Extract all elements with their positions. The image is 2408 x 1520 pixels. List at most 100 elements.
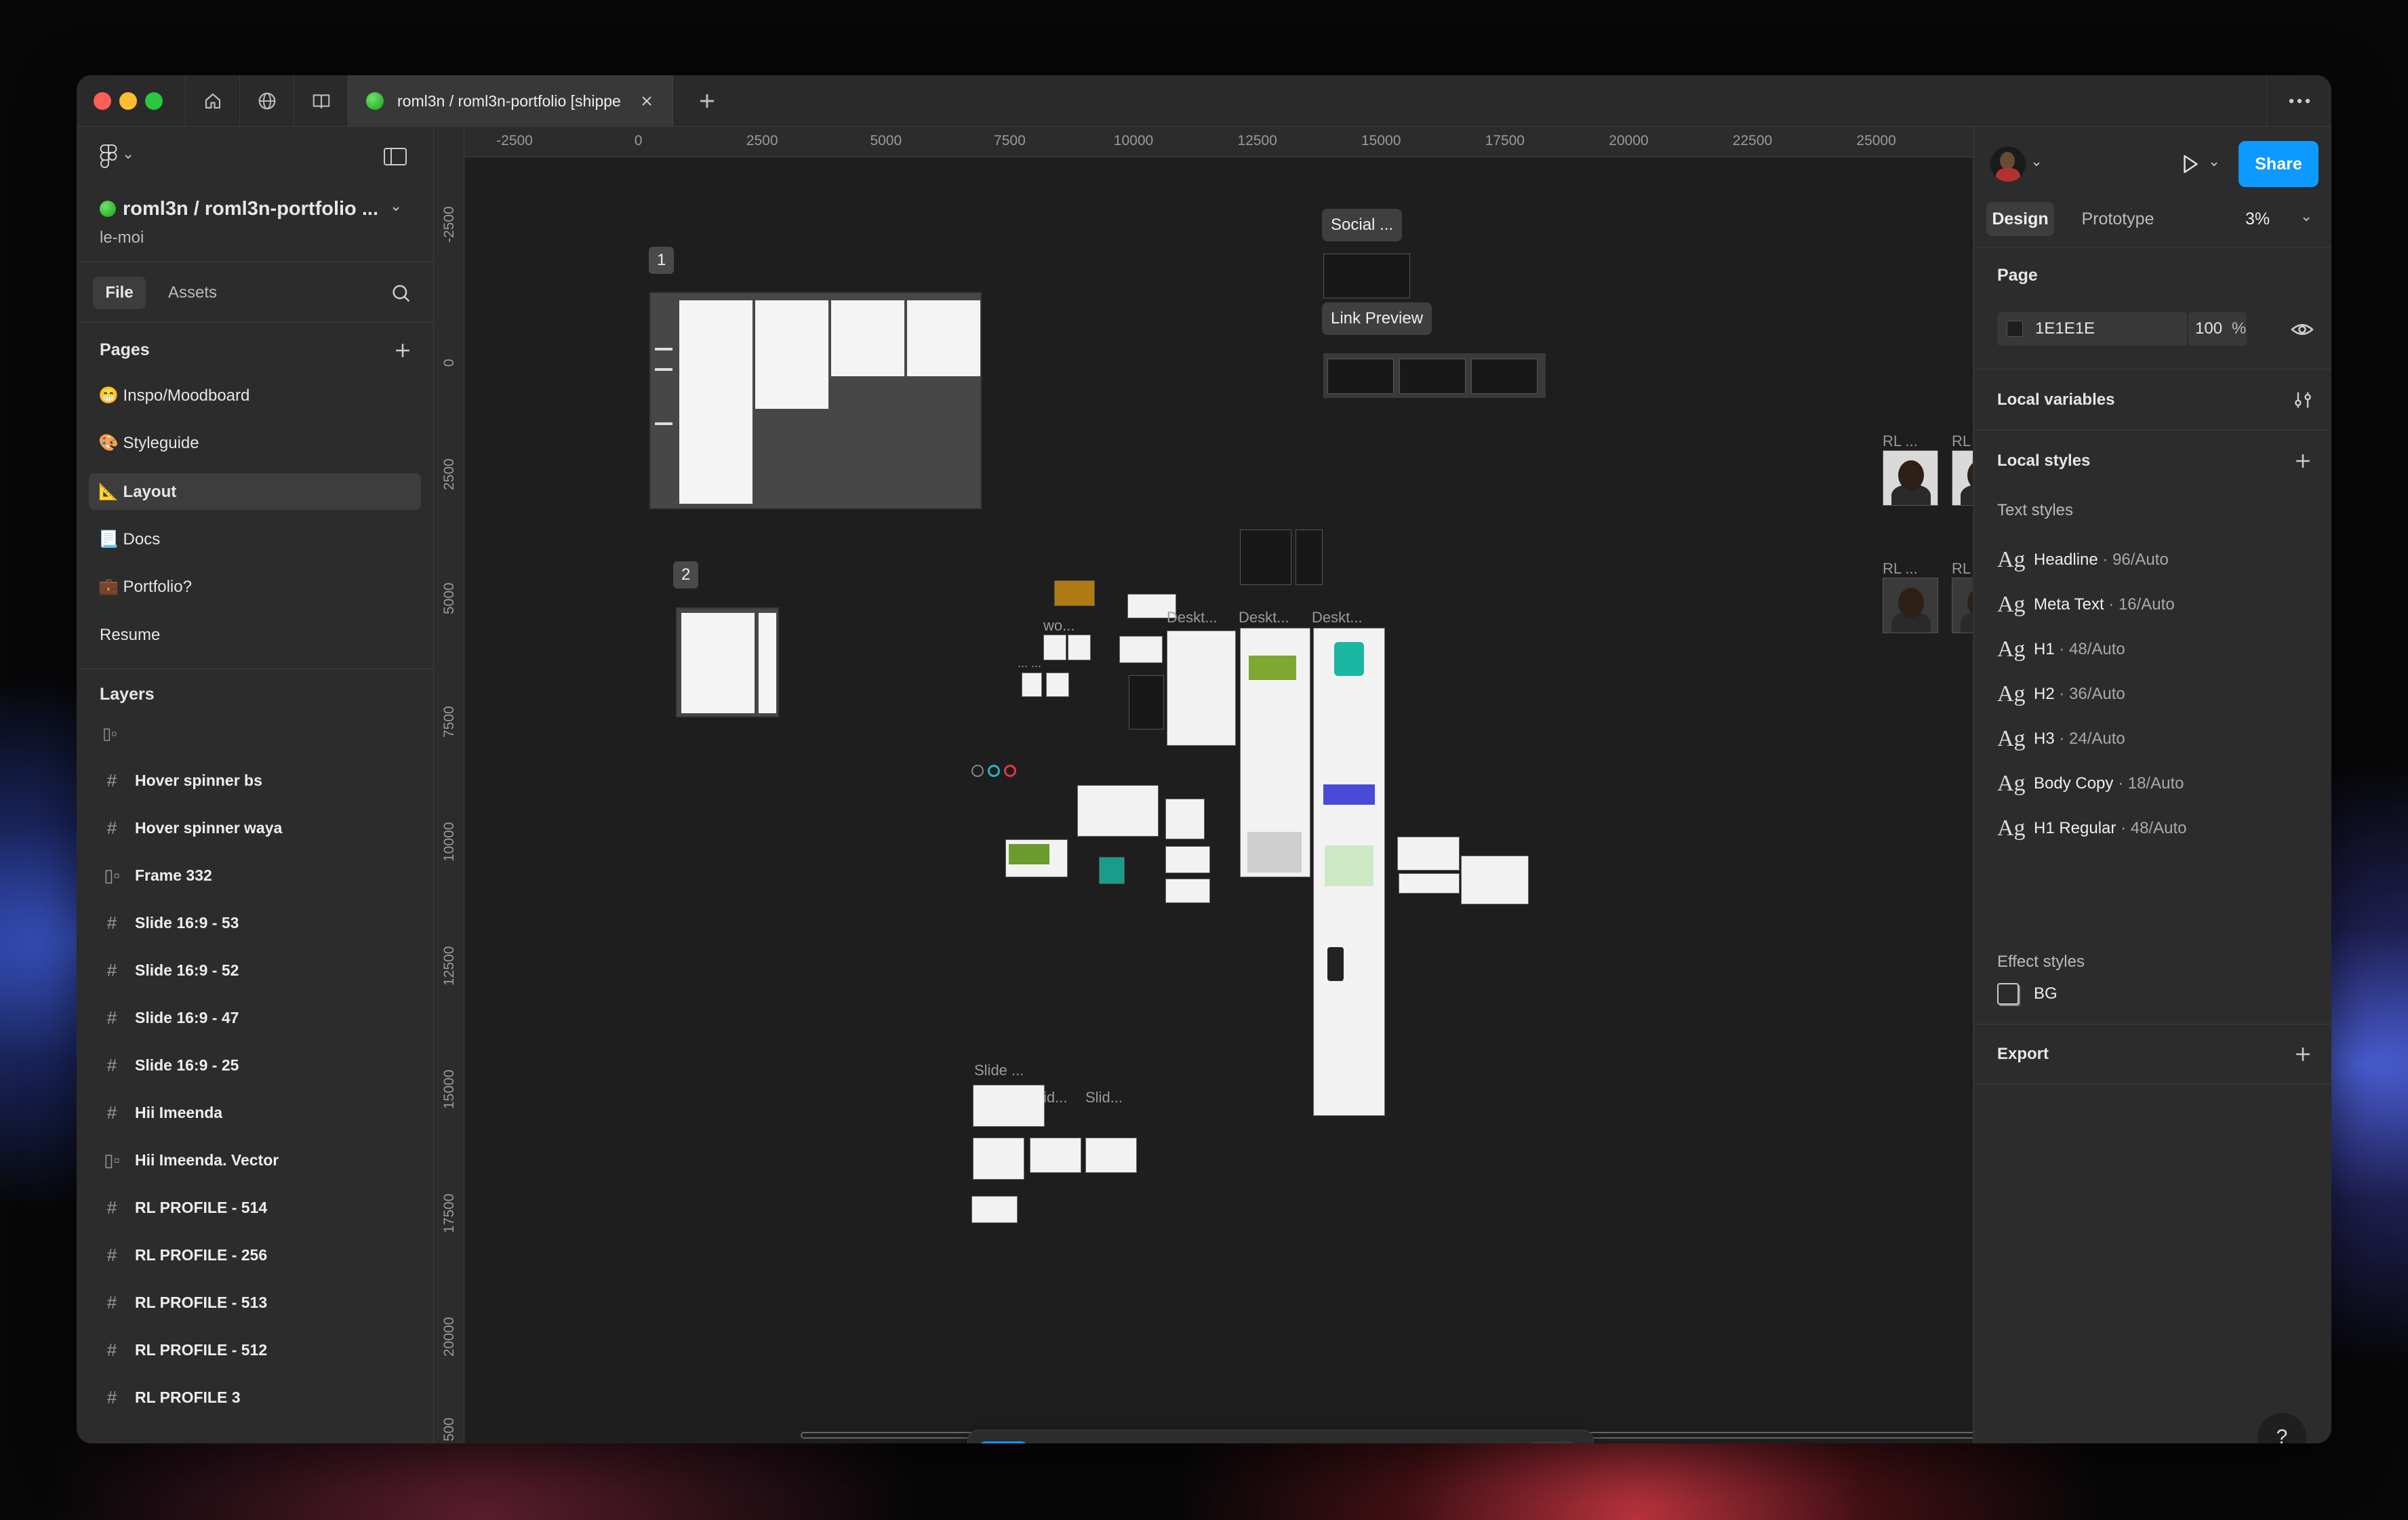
page-item-styleguide[interactable]: 🎨 Styleguide (77, 424, 434, 462)
layer-item[interactable]: # Slide 16:9 - 52 (77, 946, 434, 994)
help-button[interactable]: ? (2258, 1413, 2306, 1443)
present-icon[interactable] (2178, 152, 2202, 176)
page-item-inspo[interactable]: 😁 Inspo/Moodboard (77, 376, 434, 414)
file-name-button[interactable]: roml3n / roml3n-portfolio ... (77, 195, 434, 222)
small-frame[interactable] (1046, 673, 1069, 697)
preview-thumb[interactable] (1471, 359, 1538, 394)
share-button[interactable]: Share (2239, 141, 2319, 187)
small-frame[interactable] (1397, 837, 1460, 871)
layer-item[interactable]: # RL PROFILE 3 (77, 1374, 434, 1421)
layer-item[interactable]: # Hover spinner waya (77, 804, 434, 852)
small-frame[interactable] (1022, 673, 1042, 697)
section-label-2[interactable]: 2 (673, 561, 699, 588)
doc-page[interactable] (679, 300, 752, 504)
text-style-item[interactable]: Ag H1 Regular · 48/Auto (1997, 808, 2186, 849)
page-color-value[interactable]: 1E1E1E (2035, 319, 2095, 338)
plus-icon[interactable] (2291, 449, 2314, 473)
small-frame[interactable] (1119, 636, 1163, 663)
slide-frame[interactable] (971, 1196, 1018, 1223)
slide-frame[interactable] (1030, 1138, 1081, 1173)
desktop-frame[interactable] (1313, 628, 1385, 1116)
layer-item[interactable]: # Hover spinner bs (77, 757, 434, 804)
section-label-1[interactable]: 1 (649, 247, 675, 274)
preview-thumb[interactable] (1399, 359, 1466, 394)
section-1[interactable] (649, 292, 982, 509)
dark-frame[interactable] (1240, 529, 1291, 585)
tab-file[interactable]: File (93, 277, 146, 309)
social-frame-label[interactable]: Social ... (1322, 209, 1403, 241)
comment-tool[interactable] (1376, 1441, 1425, 1443)
small-frame[interactable] (1099, 857, 1125, 884)
rl-profile-avatar[interactable] (1952, 578, 1973, 633)
toggle-sidebar-button[interactable] (383, 146, 410, 168)
page-opacity-field[interactable]: 100 % (2188, 312, 2247, 346)
layer-item[interactable]: ▯▫ Hii Imeenda. Vector (77, 1136, 434, 1184)
layer-item[interactable]: # Hii Imeenda (77, 1089, 434, 1136)
small-frame[interactable] (1165, 799, 1205, 839)
variables-icon[interactable] (2291, 388, 2314, 412)
page-color-field[interactable]: 1E1E1E (1997, 312, 2187, 346)
shape-tool[interactable] (1147, 1441, 1196, 1443)
user-avatar[interactable] (1990, 146, 2026, 182)
link-preview-label[interactable]: Link Preview (1322, 302, 1432, 335)
page-item-docs[interactable]: 📃 Docs (77, 520, 434, 558)
slide-frame[interactable] (973, 1085, 1045, 1127)
search-button[interactable] (390, 282, 413, 305)
file-tab[interactable]: roml3n / roml3n-portfolio [shippe (348, 75, 673, 127)
dev-mode-toggle[interactable] (1514, 1441, 1590, 1443)
frame-tool-menu[interactable] (1115, 1441, 1131, 1443)
dark-frame[interactable] (1129, 675, 1164, 729)
small-frame[interactable] (1005, 839, 1068, 877)
pen-tool-menu[interactable] (1284, 1441, 1300, 1443)
rl-profile-avatar[interactable] (1952, 450, 1973, 506)
zoom-window-button[interactable] (145, 92, 163, 110)
frame-tool[interactable] (1063, 1441, 1112, 1443)
text-style-item[interactable]: Ag Headline · 96/Auto (1997, 540, 2169, 580)
close-tab-icon[interactable] (639, 93, 655, 109)
small-frame[interactable] (1043, 635, 1066, 660)
doc-page[interactable] (907, 300, 980, 376)
shape-tool-menu[interactable] (1199, 1441, 1215, 1443)
link-preview-frame[interactable] (1323, 353, 1546, 398)
layer-item[interactable]: # Slide 16:9 - 47 (77, 994, 434, 1041)
layer-item[interactable]: # Slide 16:9 - 53 (77, 899, 434, 946)
new-tab-button[interactable] (694, 87, 721, 115)
page-opacity-value[interactable]: 100 (2195, 319, 2222, 338)
small-frame[interactable] (1165, 879, 1210, 903)
small-frame[interactable] (1461, 856, 1529, 904)
section-2[interactable] (676, 607, 779, 717)
layer-item[interactable]: # RL PROFILE - 514 (77, 1184, 434, 1231)
preview-thumb[interactable] (1327, 359, 1394, 394)
text-style-item[interactable]: Ag H1 · 48/Auto (1997, 629, 2125, 670)
tab-design[interactable]: Design (1986, 202, 2054, 236)
effect-style-item[interactable]: BG (1997, 974, 2058, 1014)
home-button[interactable] (185, 75, 239, 127)
minimize-window-button[interactable] (119, 92, 137, 110)
desktop-frame[interactable] (1167, 631, 1236, 746)
text-style-item[interactable]: Ag H3 · 24/Auto (1997, 719, 2125, 759)
desktop-frame[interactable] (1240, 628, 1310, 877)
move-tool-menu[interactable] (1030, 1441, 1047, 1443)
page-item-resume[interactable]: Resume (77, 616, 434, 654)
doc-page[interactable] (755, 300, 828, 409)
layer-item[interactable]: # Slide 16:9 - 25 (77, 1041, 434, 1089)
add-page-button[interactable] (391, 339, 414, 362)
actions-tool[interactable] (1433, 1441, 1482, 1443)
rl-profile-avatar[interactable] (1883, 450, 1938, 506)
layer-item[interactable]: # RL PROFILE - 513 (77, 1279, 434, 1326)
close-window-button[interactable] (94, 92, 111, 110)
chevron-down-icon[interactable] (2209, 159, 2220, 169)
zoom-dropdown[interactable]: 3% (2245, 202, 2312, 236)
eye-icon[interactable] (2290, 317, 2314, 342)
doc-page[interactable] (759, 613, 776, 713)
social-frame[interactable] (1323, 254, 1410, 298)
local-variables-row[interactable]: Local variables (1974, 370, 2331, 430)
slide-frame[interactable] (1085, 1138, 1137, 1173)
plus-icon[interactable] (2291, 1043, 2314, 1066)
canvas[interactable]: -2500 0 2500 5000 7500 10000 12500 15000 17500 20… (435, 127, 1973, 1443)
text-tool[interactable] (1318, 1441, 1367, 1443)
more-button[interactable] (2266, 75, 2331, 127)
page-item-layout[interactable]: 📐 Layout (77, 473, 434, 511)
rl-profile-avatar[interactable] (1883, 578, 1938, 633)
doc-page[interactable] (681, 613, 755, 713)
